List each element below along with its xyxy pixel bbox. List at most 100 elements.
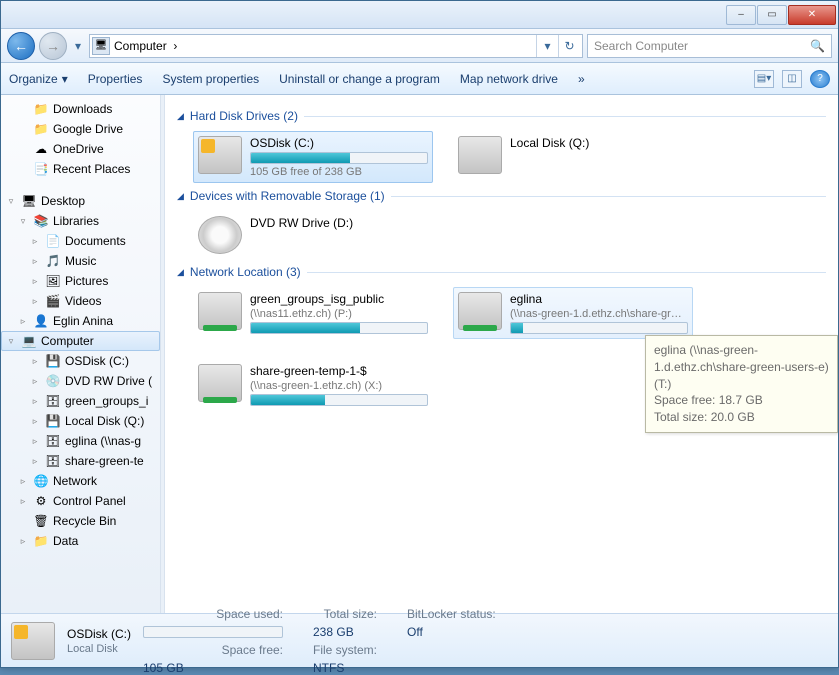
expander-icon[interactable]: ▹ <box>29 276 41 287</box>
tree-item[interactable]: ▿📚Libraries <box>1 211 160 231</box>
tree-item[interactable]: ▿🖥Desktop <box>1 191 160 211</box>
help-button[interactable]: ? <box>810 70 830 88</box>
tree-item[interactable]: ▹🗄green_groups_i <box>1 391 160 411</box>
desktop-icon: 🖥 <box>21 193 37 209</box>
drive-item[interactable]: share-green-temp-1-$(\\nas-green-1.ethz.… <box>193 359 433 411</box>
tree-item[interactable]: ▹🖼Pictures <box>1 271 160 291</box>
organize-button[interactable]: Organize ▾ <box>9 72 68 86</box>
refresh-button[interactable]: ↻ <box>558 35 580 57</box>
drive-item[interactable]: Local Disk (Q:) <box>453 131 693 183</box>
address-dropdown[interactable]: ▾ <box>536 35 558 57</box>
group-header[interactable]: ◢ Devices with Removable Storage (1) <box>177 189 826 203</box>
tree-item[interactable]: ▹👤Eglin Anina <box>1 311 160 331</box>
collapse-icon[interactable]: ◢ <box>177 111 184 122</box>
tree-label: OneDrive <box>53 142 104 156</box>
chevron-down-icon: ▾ <box>62 72 68 86</box>
tree-item[interactable]: ▹⚙Control Panel <box>1 491 160 511</box>
drive-item[interactable]: DVD RW Drive (D:) <box>193 211 433 259</box>
tree-item[interactable]: 📑Recent Places <box>1 159 160 179</box>
expander-icon[interactable]: ▹ <box>29 416 41 427</box>
address-bar[interactable]: 🖥 Computer › ▾ ↻ <box>89 34 583 58</box>
drive-icon <box>198 216 242 254</box>
lib-icon: 📚 <box>33 213 49 229</box>
drive-item[interactable]: green_groups_isg_public(\\nas11.ethz.ch)… <box>193 287 433 339</box>
drive-item[interactable]: OSDisk (C:)105 GB free of 238 GB <box>193 131 433 183</box>
tree-item[interactable]: 🗑Recycle Bin <box>1 511 160 531</box>
minimize-button[interactable]: – <box>726 5 756 25</box>
status-label: File system: <box>313 643 377 657</box>
drive-name: DVD RW Drive (D:) <box>250 216 428 230</box>
tree-item[interactable]: ▹🗄eglina (\\nas-g <box>1 431 160 451</box>
cloud-icon: ☁ <box>33 141 49 157</box>
collapse-icon[interactable]: ◢ <box>177 267 184 278</box>
tree-item[interactable]: ▹🎬Videos <box>1 291 160 311</box>
tree-item[interactable]: ☁ OneDrive <box>1 139 160 159</box>
collapse-icon[interactable]: ◢ <box>177 191 184 202</box>
tree-item[interactable]: ▹🗄share-green-te <box>1 451 160 471</box>
drive-item[interactable]: eglina(\\nas-green-1.d.ethz.ch\share-gr… <box>453 287 693 339</box>
expander-icon[interactable]: ▹ <box>17 316 29 327</box>
preview-pane-button[interactable]: ◫ <box>782 70 802 88</box>
expander-icon[interactable]: ▹ <box>29 356 41 367</box>
nav-tree[interactable]: 📁Downloads📁Google Drive ☁ OneDrive 📑Recent … <box>1 95 161 613</box>
view-options-button[interactable]: ▤▾ <box>754 70 774 88</box>
nav-history-dropdown[interactable]: ▾ <box>71 37 85 55</box>
properties-button[interactable]: Properties <box>88 72 143 86</box>
tree-item[interactable]: ▹📁Data <box>1 531 160 551</box>
expander-icon[interactable]: ▹ <box>29 376 41 387</box>
status-value: Off <box>407 625 496 639</box>
tree-label: Music <box>65 254 96 268</box>
doc-icon: 📄 <box>45 233 61 249</box>
expander-icon[interactable]: ▿ <box>5 336 17 347</box>
group-title: Devices with Removable Storage (1) <box>190 189 385 203</box>
details-pane: OSDisk (C:) Local Disk Space used: Total… <box>1 613 838 667</box>
cpanel-icon: ⚙ <box>33 493 49 509</box>
network-icon: 🌐 <box>33 473 49 489</box>
music-icon: 🎵 <box>45 253 61 269</box>
main-pane[interactable]: ◢Hard Disk Drives (2) OSDisk (C:)105 GB f… <box>165 95 838 613</box>
expander-icon[interactable]: ▹ <box>29 436 41 447</box>
toolbar-overflow[interactable]: » <box>578 72 585 86</box>
expander-icon[interactable]: ▿ <box>5 196 17 207</box>
expander-icon[interactable]: ▹ <box>17 476 29 487</box>
expander-icon[interactable]: ▹ <box>29 396 41 407</box>
expander-icon[interactable]: ▹ <box>29 256 41 267</box>
tree-item[interactable]: ▹💾Local Disk (Q:) <box>1 411 160 431</box>
tree-item[interactable]: 📁Downloads <box>1 99 160 119</box>
expander-icon[interactable]: ▿ <box>17 216 29 227</box>
system-properties-button[interactable]: System properties <box>162 72 259 86</box>
nav-back-button[interactable]: ← <box>7 32 35 60</box>
expander-icon[interactable]: ▹ <box>29 456 41 467</box>
status-label: Space free: <box>143 643 283 657</box>
uninstall-button[interactable]: Uninstall or change a program <box>279 72 440 86</box>
tree-item[interactable]: ▿💻Computer <box>1 331 160 351</box>
nav-forward-button[interactable]: → <box>39 32 67 60</box>
drive-subtext: (\\nas-green-1.d.ethz.ch\share-gr… <box>510 308 688 320</box>
expander-icon[interactable]: ▹ <box>17 536 29 547</box>
expander-icon[interactable]: ▹ <box>17 496 29 507</box>
tree-item[interactable]: ▹🌐Network <box>1 471 160 491</box>
tree-item[interactable]: 📁Google Drive <box>1 119 160 139</box>
folder-icon: 📁 <box>33 101 49 117</box>
close-button[interactable]: ✕ <box>788 5 836 25</box>
drive-icon <box>11 622 55 660</box>
search-input[interactable]: Search Computer 🔍 <box>587 34 832 58</box>
breadcrumb[interactable]: Computer › <box>114 39 532 53</box>
search-icon: 🔍 <box>810 39 825 53</box>
expander-icon[interactable]: ▹ <box>29 236 41 247</box>
titlebar: – ▭ ✕ <box>1 1 838 29</box>
explorer-window: – ▭ ✕ ← → ▾ 🖥 Computer › ▾ ↻ Search Comp… <box>0 0 839 668</box>
tree-label: Local Disk (Q:) <box>65 414 144 428</box>
expander-icon[interactable]: ▹ <box>29 296 41 307</box>
tree-item[interactable]: ▹💾OSDisk (C:) <box>1 351 160 371</box>
tree-item[interactable]: ▹📄Documents <box>1 231 160 251</box>
group-header[interactable]: ◢Hard Disk Drives (2) <box>177 109 826 123</box>
drive-icon: 💾 <box>45 353 61 369</box>
tree-item[interactable]: ▹💿DVD RW Drive ( <box>1 371 160 391</box>
drive-icon <box>458 136 502 174</box>
maximize-button[interactable]: ▭ <box>757 5 787 25</box>
tree-label: Data <box>53 534 78 548</box>
tree-item[interactable]: ▹ 🎵 Music <box>1 251 160 271</box>
map-drive-button[interactable]: Map network drive <box>460 72 558 86</box>
group-header[interactable]: ◢Network Location (3) <box>177 265 826 279</box>
